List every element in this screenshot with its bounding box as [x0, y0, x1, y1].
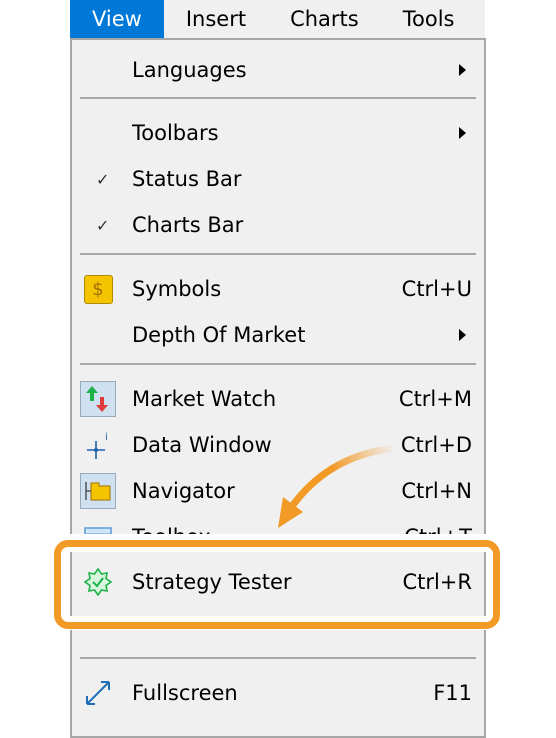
- pointer-arrow-icon: [278, 444, 396, 528]
